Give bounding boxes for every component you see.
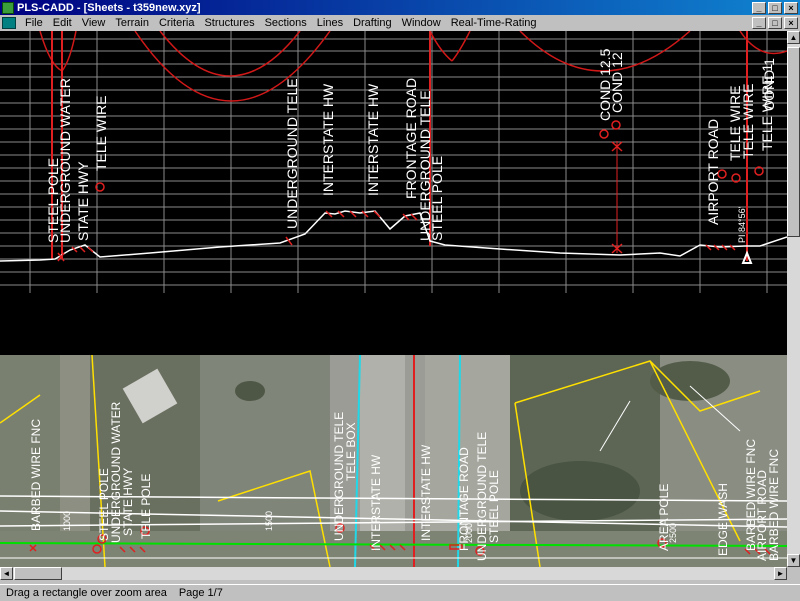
plan-view[interactable]: BARBED WIRE FNC STEEL POLE UNDERGROUND W… [0,354,787,567]
horizontal-scrollbar[interactable]: ◄ ► [0,567,787,580]
title-bar: PLS-CADD - [Sheets - t359new.xyz] _ □ × [0,0,800,15]
plan-label-state-hwy: STATE HWY [121,468,135,536]
menu-drafting[interactable]: Drafting [348,17,397,29]
scroll-left-button[interactable]: ◄ [0,567,13,580]
profile-label-tele-wire: TELE WIRE [93,96,109,171]
profile-label-tele-wire-4: TELE WIRE 1 [759,64,775,151]
menu-structures[interactable]: Structures [199,17,259,29]
menu-window[interactable]: Window [397,17,446,29]
maximize-button[interactable]: □ [768,1,782,14]
profile-label-cond-12: COND 12 [609,52,625,113]
window-title: PLS-CADD - [Sheets - t359new.xyz] [17,1,201,14]
plan-label-interstate-hw-1: INTERSTATE HW [369,454,383,551]
profile-view[interactable]: STEEL POLE UNDERGROUND WATER STATE HWY T… [0,31,787,293]
menu-sections[interactable]: Sections [260,17,312,29]
profile-label-underground-tele: UNDERGROUND TELE [284,78,300,229]
station-label-2000: 2000 [464,523,474,543]
doc-close-button[interactable]: × [784,17,798,29]
profile-label-airport-road: AIRPORT ROAD [705,119,721,225]
vertical-scrollbar[interactable]: ▲ ▼ [787,31,800,567]
doc-minimize-button[interactable]: _ [752,17,766,29]
vertical-scroll-thumb[interactable] [787,47,800,237]
plan-label-interstate-hw-2: INTERSTATE HW [419,444,433,541]
profile-label-interstate-hw-1: INTERSTATE HW [320,83,336,196]
plan-label-tele-box: TELE BOX [344,422,358,481]
profile-label-interstate-hw-2: INTERSTATE HW [365,83,381,196]
menu-edit[interactable]: Edit [48,17,77,29]
menu-criteria[interactable]: Criteria [154,17,199,29]
menu-terrain[interactable]: Terrain [110,17,154,29]
scroll-down-button[interactable]: ▼ [787,554,800,567]
horizontal-scroll-thumb[interactable] [14,567,62,580]
plan-label-barbed-wire-fnc-3: BARBED WIRE FNC [767,449,781,561]
status-bar: Drag a rectangle over zoom area Page 1/7 [0,584,800,601]
station-label-1500: 1500 [264,511,274,531]
plan-label-tele-pole: TELE POLE [139,474,153,539]
drawing-canvas[interactable]: STEEL POLE UNDERGROUND WATER STATE HWY T… [0,31,787,567]
minimize-button[interactable]: _ [752,1,766,14]
station-label-2500: 2500 [668,523,678,543]
plan-label-barbed-wire-fnc: BARBED WIRE FNC [29,419,43,531]
plan-label-edge-wash: EDGE WASH [716,483,730,556]
menu-bar: File Edit View Terrain Criteria Structur… [0,15,800,31]
profile-label-underground-water: UNDERGROUND WATER [57,78,73,243]
menu-lines[interactable]: Lines [312,17,348,29]
station-label-1000: 1000 [62,511,72,531]
profile-label-pi-angle: PI 84°56' [737,206,747,243]
status-hint: Drag a rectangle over zoom area [6,587,167,599]
profile-label-steel-pole-2: STEEL POLE [429,156,445,241]
scroll-right-button[interactable]: ► [774,567,787,580]
document-icon[interactable] [2,17,16,29]
scroll-up-button[interactable]: ▲ [787,31,800,44]
menu-file[interactable]: File [20,17,48,29]
status-page: Page 1/7 [178,587,223,599]
menu-real-time-rating[interactable]: Real-Time-Rating [446,17,542,29]
scrollbar-corner [787,567,800,580]
menu-view[interactable]: View [77,17,111,29]
close-button[interactable]: × [784,1,798,14]
profile-label-state-hwy: STATE HWY [75,161,91,241]
profile-label-tele-wire-3: TELE WIRE [740,84,756,159]
app-icon[interactable] [2,1,14,14]
doc-restore-button[interactable]: □ [768,17,782,29]
view-separator [0,293,787,355]
plan-label-steel-pole-2: STEEL POLE [487,470,501,543]
